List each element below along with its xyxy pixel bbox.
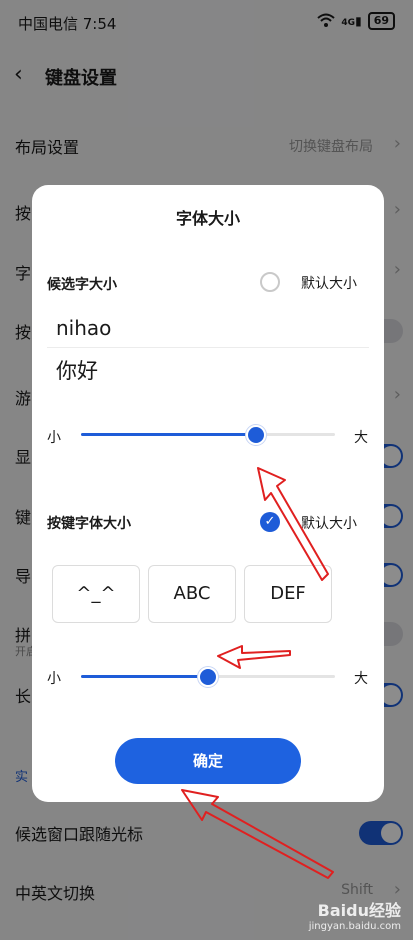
watermark: Baidu经验 jingyan.baidu.com <box>309 897 401 932</box>
annotation-arrow <box>257 467 329 581</box>
annotation-arrows <box>181 467 334 879</box>
watermark-sub: jingyan.baidu.com <box>308 921 401 932</box>
annotation-arrow <box>181 789 334 879</box>
annotation-arrow <box>217 645 291 669</box>
watermark-main: Baidu经验 <box>317 901 401 920</box>
